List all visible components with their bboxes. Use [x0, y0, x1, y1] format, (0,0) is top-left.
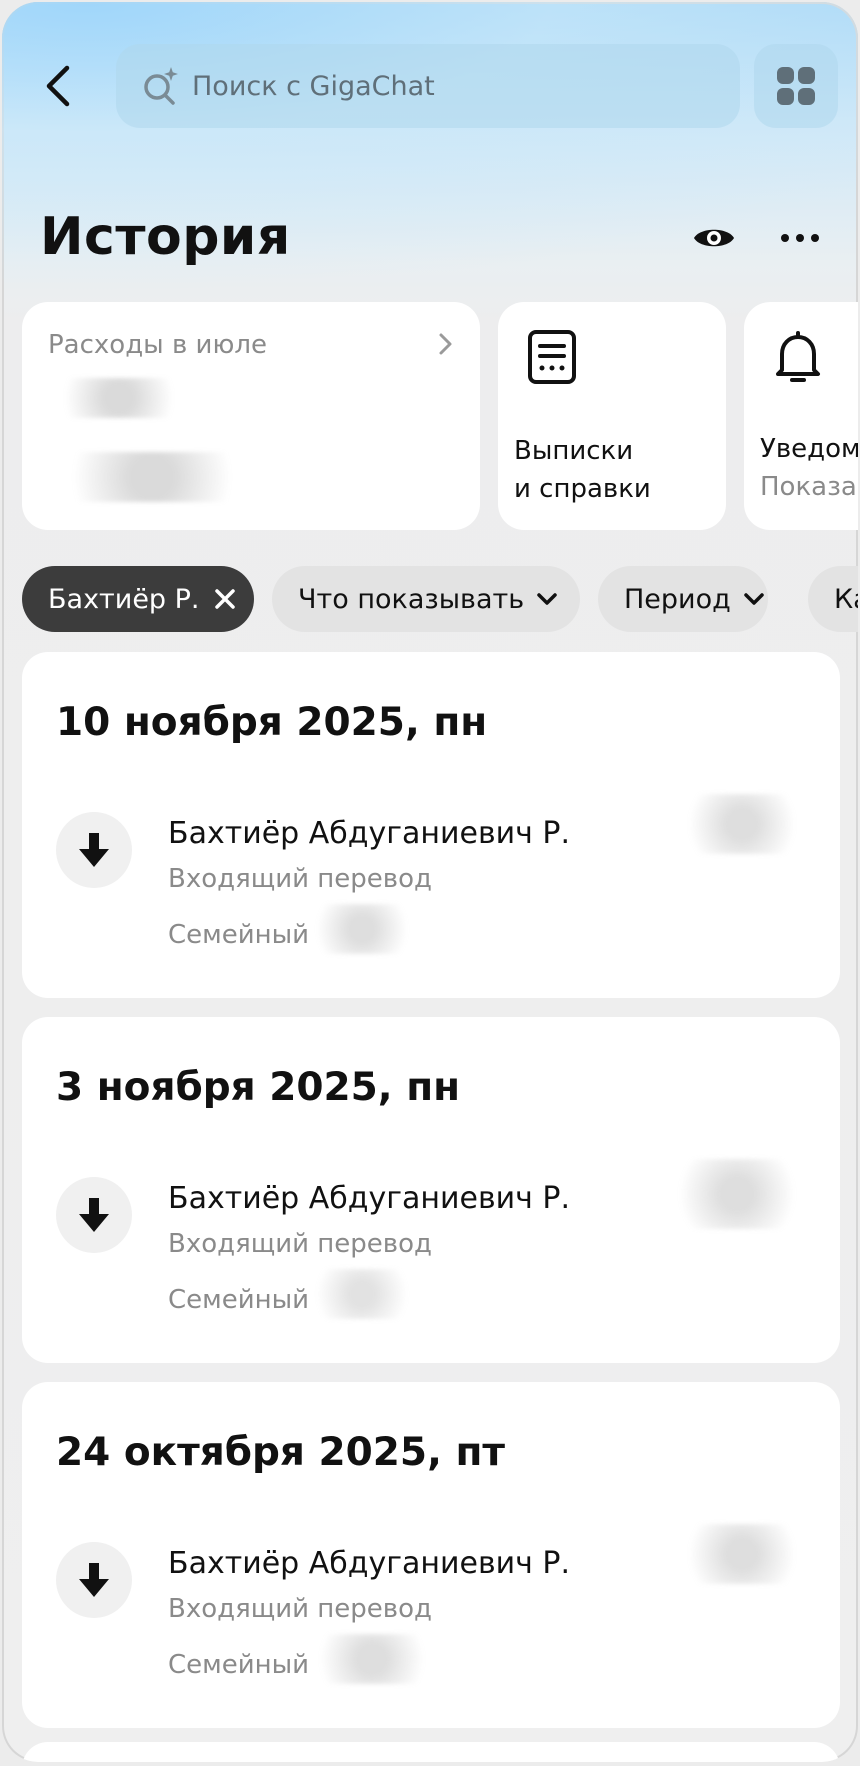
filter-chip-what-to-show[interactable]: Что показывать	[272, 566, 580, 632]
hidden-amount	[672, 1524, 812, 1584]
counterparty-name: Бахтиёр Абдуганиевич Р.	[168, 1546, 571, 1581]
spending-label: Расходы в июле	[48, 330, 267, 360]
toggle-visibility-button[interactable]	[686, 214, 742, 262]
arrow-down-icon	[79, 833, 109, 867]
incoming-icon-circle	[56, 1177, 132, 1253]
monthly-spending-card[interactable]: Расходы в июле	[22, 302, 480, 530]
chip-label: Бахтиёр Р.	[48, 583, 200, 615]
notifications-card[interactable]: Уведом Показа	[744, 302, 858, 530]
hidden-amount	[662, 1159, 812, 1229]
chevron-down-icon	[537, 593, 557, 605]
chevron-left-icon	[46, 65, 70, 107]
eye-icon	[694, 229, 734, 247]
chip-label: Что показывать	[298, 583, 525, 615]
arrow-down-icon	[79, 1563, 109, 1597]
statements-line1: Выписки	[514, 436, 634, 466]
chip-label: Ка	[834, 583, 858, 615]
hidden-amount-detail	[42, 452, 262, 502]
transaction-category: Семейный	[168, 1650, 310, 1680]
statements-card[interactable]: Выписки и справки	[498, 302, 726, 530]
transaction-day-card: 10 ноября 2025, пн Бахтиёр Абдуганиевич …	[22, 652, 840, 998]
transaction-date: 10 ноября 2025, пн	[56, 700, 488, 745]
statements-title: Выписки и справки	[514, 432, 651, 508]
document-icon	[528, 330, 576, 384]
transaction-type: Входящий перевод	[168, 1229, 432, 1259]
transaction-date: 24 октября 2025, пт	[56, 1430, 506, 1475]
counterparty-name: Бахтиёр Абдуганиевич Р.	[168, 1181, 571, 1216]
hidden-amount	[44, 378, 194, 418]
chevron-right-icon	[439, 333, 452, 355]
close-icon[interactable]	[214, 588, 236, 610]
transaction-category: Семейный	[168, 920, 310, 950]
statements-line2: и справки	[514, 474, 651, 504]
filter-chip-person[interactable]: Бахтиёр Р.	[22, 566, 254, 632]
arrow-down-icon	[79, 1198, 109, 1232]
filter-chip-period[interactable]: Период	[598, 566, 768, 632]
transaction-type: Входящий перевод	[168, 1594, 432, 1624]
chip-label: Период	[624, 583, 731, 615]
counterparty-name: Бахтиёр Абдуганиевич Р.	[168, 816, 571, 851]
hidden-category-value	[302, 1269, 422, 1319]
transaction-day-card-partial	[22, 1742, 840, 1762]
more-dots-icon	[781, 234, 819, 242]
incoming-icon-circle	[56, 1542, 132, 1618]
transaction-day-card: 24 октября 2025, пт Бахтиёр Абдуганиевич…	[22, 1382, 840, 1728]
filter-chip-category[interactable]: Ка	[808, 566, 858, 632]
hidden-category-value	[302, 904, 422, 954]
transaction-date: 3 ноября 2025, пн	[56, 1065, 461, 1110]
apps-grid-button[interactable]	[754, 44, 838, 128]
notifications-subtitle: Показа	[760, 472, 857, 502]
chevron-down-icon	[744, 593, 764, 605]
bell-icon	[776, 331, 820, 382]
transaction-category: Семейный	[168, 1285, 310, 1315]
transaction-day-card: 3 ноября 2025, пн Бахтиёр Абдуганиевич Р…	[22, 1017, 840, 1363]
ai-search-icon	[144, 67, 178, 105]
back-button[interactable]	[30, 54, 86, 118]
hidden-category-value	[302, 1634, 442, 1684]
incoming-icon-circle	[56, 812, 132, 888]
search-placeholder: Поиск с GigaChat	[192, 70, 435, 102]
notifications-title: Уведом	[760, 434, 858, 464]
hidden-amount	[672, 794, 812, 854]
app-screen: Поиск с GigaChat История Расходы в июле	[2, 2, 858, 1762]
more-options-button[interactable]	[772, 214, 828, 262]
transaction-type: Входящий перевод	[168, 864, 432, 894]
grid-icon	[777, 67, 815, 105]
search-bar[interactable]: Поиск с GigaChat	[116, 44, 740, 128]
page-title: История	[40, 207, 291, 267]
